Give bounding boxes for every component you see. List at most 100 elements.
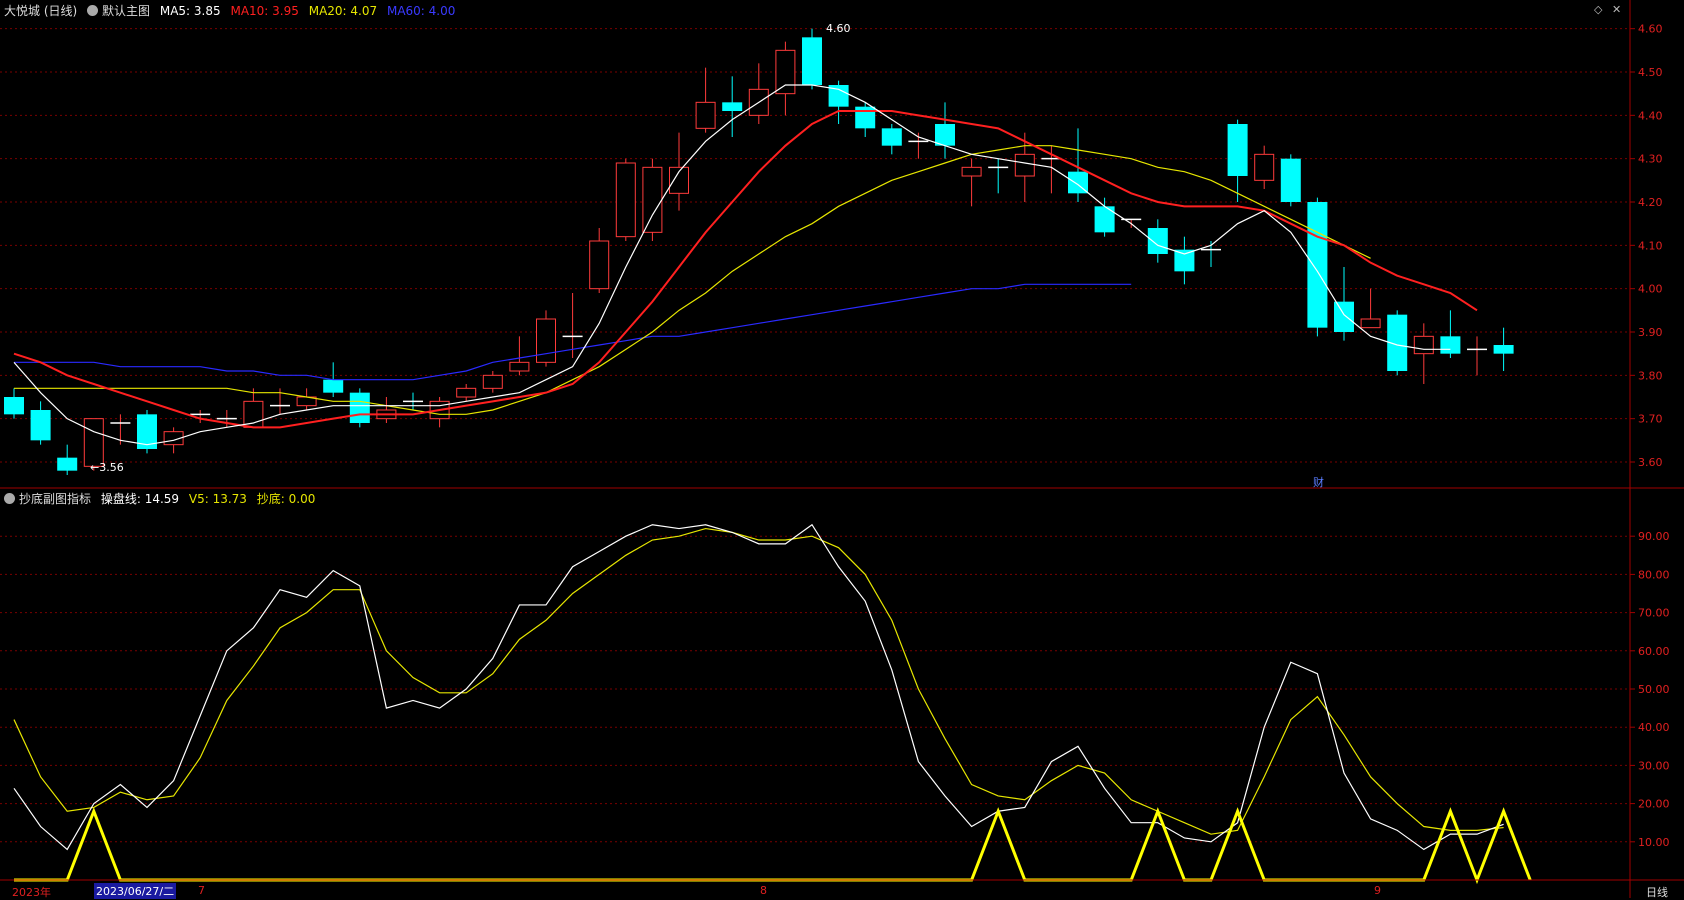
indicator-tick-label: 30.00 [1638,759,1670,772]
candle [722,76,743,137]
candle-body-up [83,418,104,467]
candle [296,388,317,410]
candle-body-down [349,392,370,423]
x-label-cursor-date: 2023/06/27/二 [94,883,177,899]
candle [1147,219,1168,263]
candle [509,336,530,376]
v5-value: V5: 13.73 [188,492,247,506]
price-tick-label: 4.20 [1638,196,1663,209]
candle-body-down [4,397,24,415]
candle [1440,310,1461,358]
candle [30,401,51,445]
x-label-month-8: 8 [760,884,767,897]
caopan-line-value: 操盘线: 14.59 [100,492,180,506]
price-tick-label: 4.40 [1638,109,1663,122]
stock-name[interactable]: 大悦城 (日线) [4,4,77,18]
price-tick-label: 3.60 [1638,456,1663,469]
main-chart-header: 大悦城 (日线) 默认主图 MA5: 3.85 MA10: 3.95 MA20:… [4,2,461,19]
price-tick-label: 3.70 [1638,413,1663,426]
chart-frame [0,0,1684,898]
low-label: ←3.56 [90,461,124,474]
candle-body-down [57,457,78,471]
indicator-tick-label: 80.00 [1638,568,1670,581]
candle-body-up [775,49,796,95]
price-tick-label: 3.80 [1638,369,1663,382]
indicator-grid [0,535,1630,843]
candle-body-down [1493,345,1514,354]
ma20-line [14,145,1371,415]
candle [456,384,477,402]
candle [961,158,982,207]
candle [429,397,450,428]
indicator-header: 抄底副图指标 操盘线: 14.59 V5: 13.73 抄底: 0.00 [4,490,321,507]
candle-body-up [961,166,982,177]
candle [403,392,423,410]
candle [1467,336,1487,376]
candle-body-down [30,410,51,441]
candle-body-up [509,361,530,372]
indicator-tick-label: 10.00 [1638,836,1670,849]
main-chart-selector[interactable]: 默认主图 [87,4,150,18]
candle [1174,236,1195,285]
candle-body-up [1360,318,1381,329]
candle [802,28,822,90]
candle [1094,197,1115,237]
candle-body-up [615,162,636,238]
candle-body-up [1413,335,1434,355]
candle-body-up [482,374,503,389]
price-tick-label: 4.30 [1638,153,1663,166]
candle-body-up [589,240,610,290]
candle-body-down [1334,301,1354,332]
candle-body-down [935,124,955,146]
candle [1360,288,1381,329]
close-icon[interactable]: ✕ [1612,3,1621,16]
diamond-icon[interactable]: ◇ [1594,3,1602,16]
high-label: 4.60 [826,22,851,35]
price-tick-label: 4.10 [1638,239,1663,252]
candlestick-series [4,28,1514,475]
ma20-value: MA20: 4.07 [308,4,378,18]
indicator-lines [13,523,1532,885]
indicator-tick-label: 70.00 [1638,607,1670,620]
ma10-value: MA10: 3.95 [230,4,299,18]
candle [1014,132,1035,202]
candle-body-down [323,379,344,393]
settings-dot-icon[interactable] [4,493,15,504]
indicator-selector[interactable]: 抄底副图指标 [4,492,91,506]
ma60-value: MA60: 4.00 [386,4,456,18]
candle [1280,154,1301,207]
candle-body-down [1280,158,1301,202]
candle [589,228,610,293]
indicator-tick-label: 50.00 [1638,683,1670,696]
candle [243,388,264,428]
candle-body-down [855,106,876,129]
candle [828,80,849,124]
price-tick-label: 4.50 [1638,66,1663,79]
ma5-value: MA5: 3.85 [159,4,221,18]
candle-body-down [881,128,902,146]
candle-body-down [1307,202,1328,328]
candle [1307,197,1328,337]
candle [775,41,796,116]
price-tick-label: 4.60 [1638,23,1663,36]
indicator-tick-label: 60.00 [1638,645,1670,658]
candle-body-up [695,101,716,129]
price-tick-label: 3.90 [1638,326,1663,339]
moving-average-lines [13,84,1478,446]
chaodi-value: 抄底: 0.00 [256,492,316,506]
candle [376,397,397,423]
finance-event-marker[interactable]: 财 [1313,474,1324,490]
candle [349,388,370,428]
candle [482,371,503,393]
candle [536,310,556,367]
candle [881,124,902,155]
price-tick-label: 4.00 [1638,283,1663,296]
settings-dot-icon[interactable] [87,5,99,16]
candle-body-down [1147,228,1168,254]
candle [1493,327,1514,371]
x-label-month-9: 9 [1374,884,1381,897]
candle-body-up [456,387,477,398]
candle [988,158,1009,194]
candle [695,67,716,133]
candle-body-up [536,318,556,363]
